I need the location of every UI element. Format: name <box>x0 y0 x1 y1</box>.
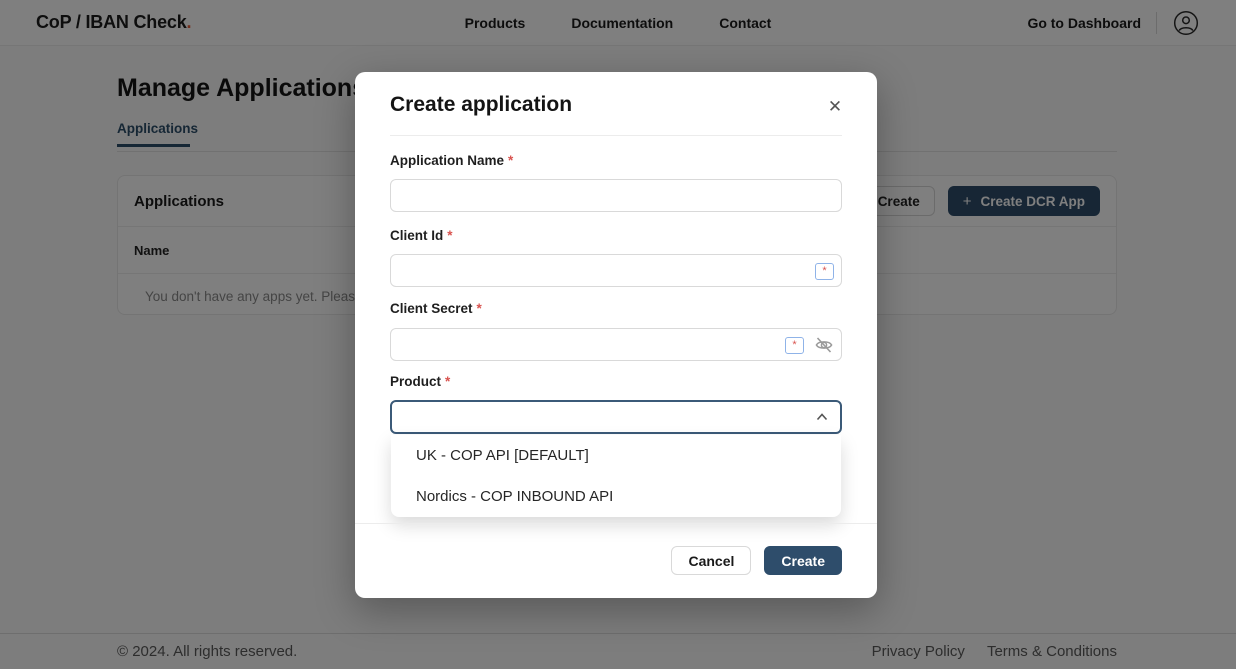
client-secret-field: * <box>390 328 842 361</box>
application-name-input[interactable] <box>390 179 842 212</box>
eye-off-icon <box>814 335 834 355</box>
modal-footer-divider <box>355 523 877 524</box>
close-icon: ✕ <box>828 97 842 117</box>
client-id-input[interactable] <box>390 254 842 287</box>
application-name-label: Application Name * <box>390 153 513 168</box>
label-text: Client Secret <box>390 301 473 316</box>
client-id-label: Client Id * <box>390 228 453 243</box>
label-text: Application Name <box>390 153 504 168</box>
required-asterisk: * <box>447 228 452 243</box>
modal-title-divider <box>390 135 842 136</box>
client-id-field: * <box>390 254 842 287</box>
autofill-icon[interactable]: * <box>815 263 834 280</box>
autofill-glyph: * <box>792 340 796 351</box>
product-label: Product * <box>390 374 450 389</box>
autofill-glyph: * <box>822 266 826 277</box>
dropdown-option-nordics-cop-inbound-api[interactable]: Nordics - COP INBOUND API <box>391 476 841 517</box>
toggle-secret-visibility-button[interactable] <box>814 335 834 355</box>
application-name-field <box>390 179 842 212</box>
required-asterisk: * <box>477 301 482 316</box>
modal-title: Create application <box>390 93 572 117</box>
required-asterisk: * <box>445 374 450 389</box>
autofill-icon[interactable]: * <box>785 337 804 354</box>
product-field <box>390 400 842 434</box>
cancel-button[interactable]: Cancel <box>671 546 751 575</box>
close-button[interactable]: ✕ <box>823 95 847 119</box>
page: CoP / IBAN Check. Products Documentation… <box>0 0 1236 669</box>
required-asterisk: * <box>508 153 513 168</box>
modal-create-button[interactable]: Create <box>764 546 842 575</box>
client-secret-input[interactable] <box>390 328 842 361</box>
dropdown-option-uk-cop-api[interactable]: UK - COP API [DEFAULT] <box>391 435 841 476</box>
label-text: Client Id <box>390 228 443 243</box>
label-text: Product <box>390 374 441 389</box>
client-secret-label: Client Secret * <box>390 301 482 316</box>
product-select[interactable] <box>390 400 842 434</box>
product-dropdown: UK - COP API [DEFAULT] Nordics - COP INB… <box>391 435 841 517</box>
create-application-modal: Create application ✕ Application Name * C… <box>355 72 877 598</box>
modal-footer: Cancel Create <box>671 546 842 575</box>
